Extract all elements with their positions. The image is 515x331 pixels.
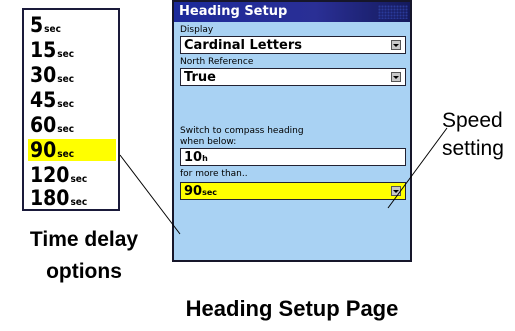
speed-annotation-line2: setting: [442, 137, 504, 160]
callout-lines: [119, 127, 448, 235]
speed-setting-annotation: Speed setting: [442, 107, 515, 163]
speed-callout-line: [387, 127, 448, 209]
page-caption: Heading Setup Page: [185, 296, 399, 321]
delay-callout-line: [119, 154, 181, 235]
speed-annotation-line1: Speed: [442, 109, 503, 132]
